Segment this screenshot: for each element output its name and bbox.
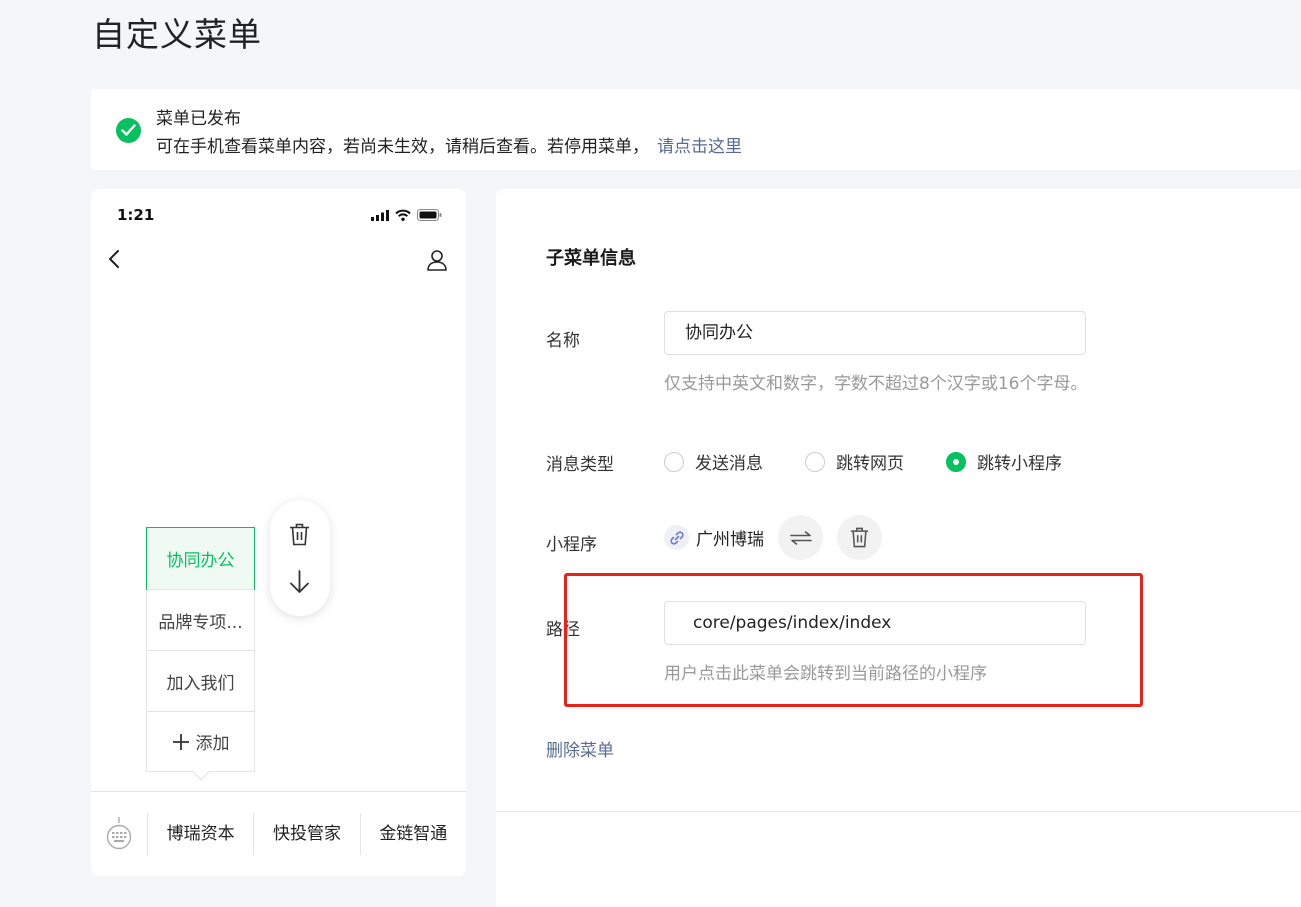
- radio-circle: [664, 451, 684, 472]
- status-icons: [371, 209, 442, 221]
- radio-circle: [805, 451, 825, 472]
- path-input[interactable]: core/pages/index/index: [664, 601, 1086, 645]
- check-circle-icon: [116, 118, 141, 143]
- name-label: 名称: [546, 331, 580, 351]
- name-input[interactable]: 协同办公: [664, 311, 1086, 355]
- message-type-label: 消息类型: [546, 455, 614, 475]
- status-time: 1:21: [117, 206, 155, 224]
- profile-icon[interactable]: [426, 249, 448, 275]
- bottom-menu-bar: 博瑞资本 快投管家 金链智通: [91, 791, 466, 876]
- miniprogram-row: 广州博瑞: [664, 515, 882, 560]
- radio-circle-selected: [946, 451, 966, 472]
- submenu-item-join[interactable]: 加入我们: [147, 650, 254, 711]
- trash-icon[interactable]: [289, 523, 310, 550]
- bottom-menu-item-3[interactable]: 金链智通: [359, 813, 466, 855]
- message-type-radio-group: 发送消息 跳转网页 跳转小程序: [664, 449, 1062, 474]
- path-hint: 用户点击此菜单会跳转到当前路径的小程序: [664, 664, 987, 684]
- submenu-item-collab[interactable]: 协同办公: [146, 527, 255, 590]
- wifi-icon: [395, 209, 411, 221]
- plus-icon: [172, 733, 189, 750]
- divider: [496, 811, 1301, 812]
- radio-label: 发送消息: [695, 454, 763, 474]
- submenu-actions: [270, 500, 330, 616]
- signal-icon: [371, 209, 389, 221]
- path-label: 路径: [546, 620, 580, 640]
- battery-icon: [417, 209, 442, 221]
- miniprogram-name: 广州博瑞: [696, 530, 764, 550]
- swap-icon: [789, 530, 812, 545]
- disable-menu-link[interactable]: 请点击这里: [657, 137, 742, 157]
- notice-text: 可在手机查看菜单内容，若尚未生效，请稍后查看。若停用菜单，: [156, 137, 649, 157]
- radio-jump-webpage[interactable]: 跳转网页: [805, 449, 904, 474]
- remove-miniprogram-button[interactable]: [837, 515, 882, 560]
- trash-icon: [850, 527, 869, 548]
- delete-menu-link[interactable]: 删除菜单: [546, 736, 614, 761]
- submenu-item-brand[interactable]: 品牌专项...: [147, 589, 254, 650]
- notice-title: 菜单已发布: [156, 109, 241, 129]
- back-arrow-icon[interactable]: [107, 249, 121, 273]
- phone-preview: 1:21 协同办公 品牌专项... 加入我们 添加 博瑞资本 快投管家 金链智通: [91, 189, 466, 876]
- add-submenu-button[interactable]: 添加: [147, 711, 254, 771]
- submenu-popup: 协同办公 品牌专项... 加入我们 添加: [146, 527, 255, 781]
- page-title: 自定义菜单: [92, 15, 262, 54]
- name-hint: 仅支持中英文和数字，字数不超过8个汉字或16个字母。: [664, 374, 1088, 394]
- radio-send-message[interactable]: 发送消息: [664, 449, 763, 474]
- link-icon: [664, 525, 689, 550]
- bottom-menu-item-1[interactable]: 博瑞资本: [147, 813, 253, 855]
- swap-miniprogram-button[interactable]: [778, 515, 823, 560]
- radio-label: 跳转小程序: [977, 454, 1062, 474]
- move-down-icon[interactable]: [289, 570, 310, 598]
- radio-jump-miniprogram[interactable]: 跳转小程序: [946, 449, 1062, 474]
- keyboard-icon[interactable]: [91, 817, 147, 851]
- section-title: 子菜单信息: [546, 248, 636, 269]
- add-submenu-label: 添加: [195, 734, 230, 754]
- submenu-form-panel: 子菜单信息 名称 协同办公 仅支持中英文和数字，字数不超过8个汉字或16个字母。…: [496, 189, 1301, 907]
- notice-description: 可在手机查看菜单内容，若尚未生效，请稍后查看。若停用菜单， 请点击这里: [156, 132, 742, 157]
- radio-label: 跳转网页: [836, 454, 904, 474]
- miniprogram-label: 小程序: [546, 535, 597, 555]
- bottom-menu-item-2[interactable]: 快投管家: [253, 813, 359, 855]
- publish-notice: 菜单已发布 可在手机查看菜单内容，若尚未生效，请稍后查看。若停用菜单， 请点击这里: [91, 89, 1301, 170]
